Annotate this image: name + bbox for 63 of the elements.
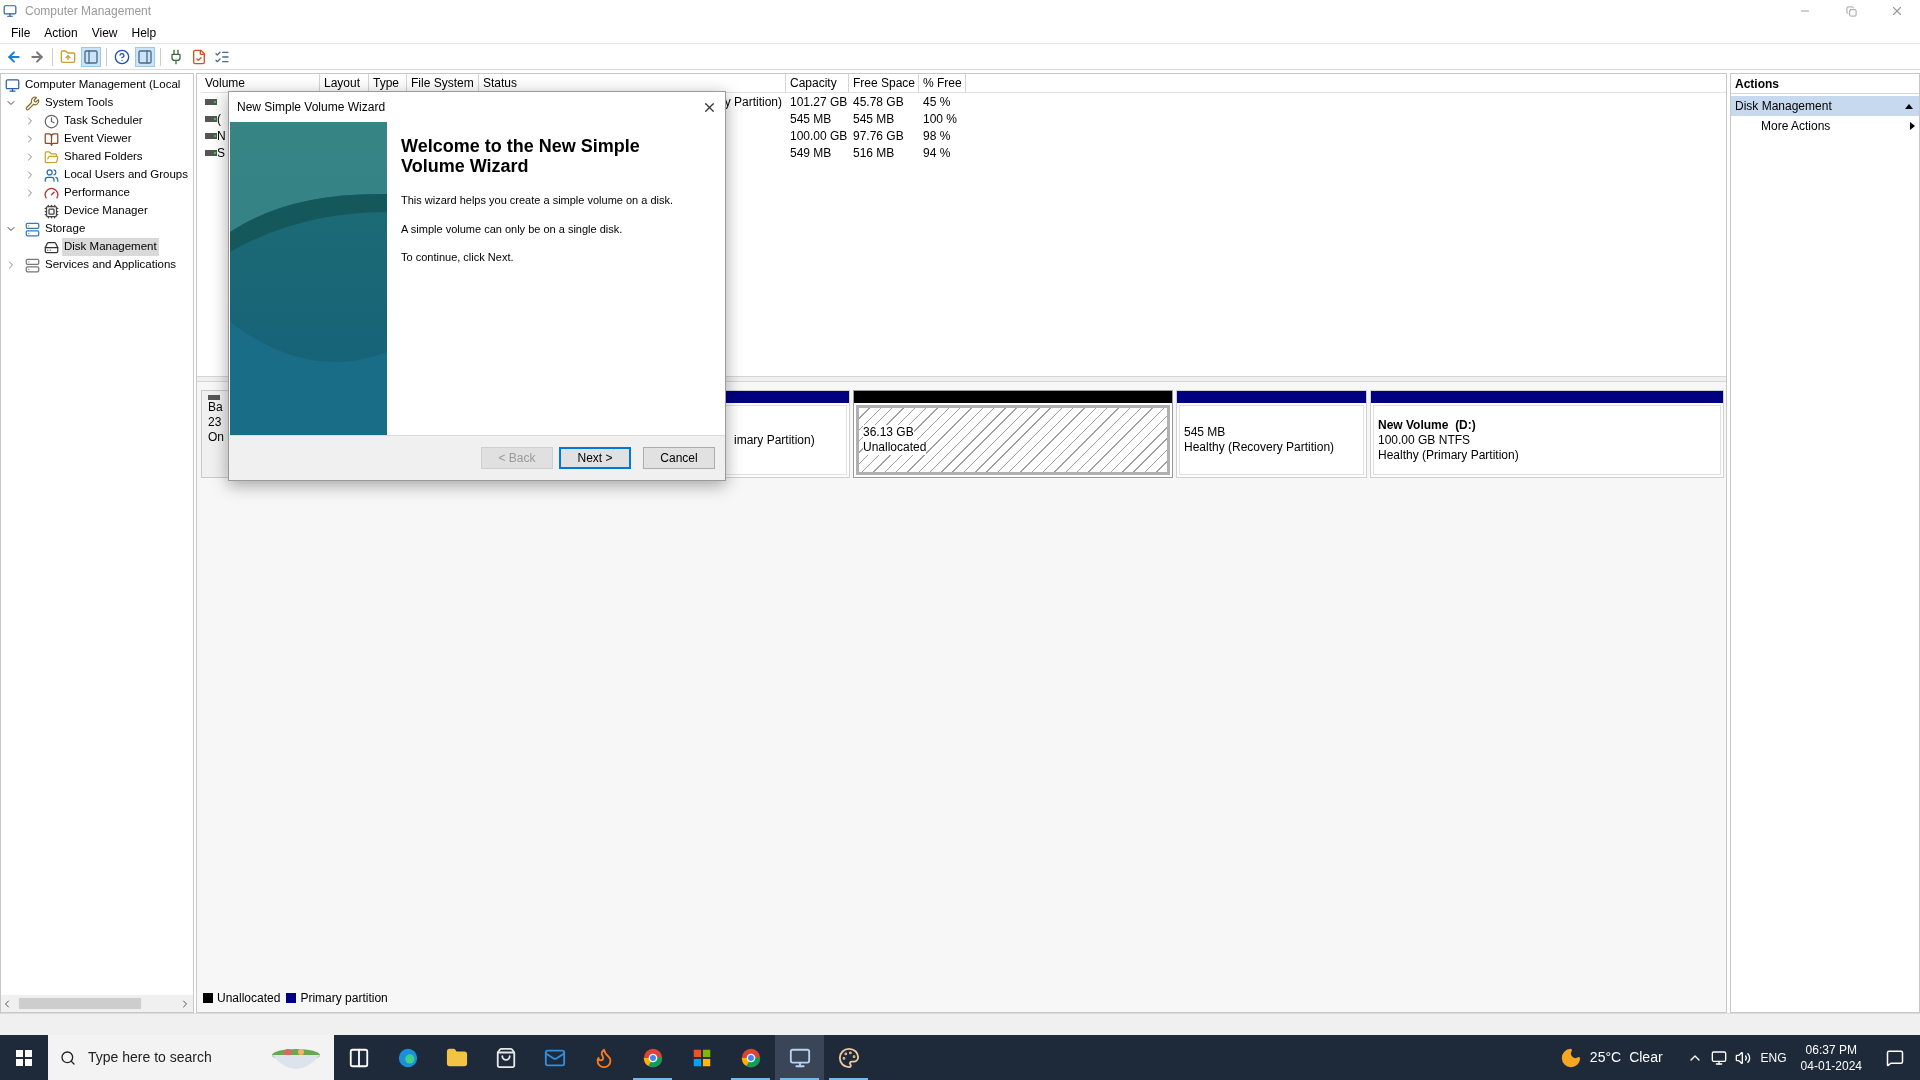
wizard-text: This wizard helps you create a simple volume on a disk. bbox=[401, 193, 675, 208]
clock[interactable]: 06:37 PM 04-01-2024 bbox=[1800, 1041, 1862, 1074]
tree-item[interactable]: Services and Applications bbox=[43, 256, 179, 274]
wizard-heading: Welcome to the New Simple Volume Wizard bbox=[401, 136, 641, 176]
tree-item[interactable]: Local Users and Groups bbox=[62, 166, 190, 184]
table-cell-text: 45 % bbox=[923, 93, 951, 111]
tree-item[interactable]: Performance bbox=[62, 184, 132, 202]
table-cell-text: 101.27 GB bbox=[790, 93, 848, 111]
column-header[interactable]: % Free bbox=[919, 74, 966, 92]
dialog-button[interactable]: Cancel bbox=[643, 447, 715, 469]
table-cell-text: S bbox=[217, 144, 225, 162]
table-cell-text: 45.78 GB bbox=[853, 93, 904, 111]
tree-item[interactable]: Task Scheduler bbox=[62, 112, 145, 130]
dialog-title: New Simple Volume Wizard bbox=[237, 99, 386, 116]
partition-text: 36.13 GB bbox=[863, 425, 914, 440]
legend-label: Unallocated bbox=[217, 990, 281, 1007]
tree-item[interactable]: Storage bbox=[43, 220, 88, 238]
menu-item[interactable]: Action bbox=[37, 23, 85, 42]
wizard-text: To continue, click Next. bbox=[401, 250, 515, 265]
table-cell-text: N bbox=[217, 127, 226, 145]
actions-title: Actions bbox=[1731, 74, 1919, 94]
menu-item[interactable]: View bbox=[84, 23, 125, 42]
tree-item[interactable]: System Tools bbox=[43, 94, 116, 112]
actions-section-header[interactable]: Disk Management bbox=[1731, 96, 1919, 116]
table-cell-text: 100.00 GB bbox=[790, 127, 848, 145]
wizard-text: A simple volume can only be on a single disk. bbox=[401, 221, 624, 237]
unallocated-partition[interactable]: 36.13 GB Unallocated bbox=[853, 390, 1173, 478]
temperature-text: 25°C bbox=[1589, 1048, 1622, 1067]
partition-text: Healthy (Recovery Partition) bbox=[1184, 440, 1335, 455]
column-header[interactable]: Capacity bbox=[786, 74, 849, 92]
disk-label-text: Ba bbox=[208, 400, 224, 415]
tree-item[interactable]: Disk Management bbox=[62, 238, 159, 256]
menu-item[interactable]: Help bbox=[124, 23, 164, 42]
tree-item[interactable]: Computer Management (Local bbox=[23, 76, 183, 94]
partition[interactable]: 545 MB Healthy (Recovery Partition) bbox=[1176, 390, 1367, 478]
partition-text: Healthy (Primary Partition) bbox=[1378, 447, 1519, 463]
menu-item[interactable]: File bbox=[4, 23, 38, 42]
column-header[interactable]: Free Space bbox=[849, 74, 919, 92]
actions-item[interactable]: More Actions bbox=[1731, 116, 1919, 136]
partition-text: imary Partition) bbox=[734, 432, 815, 448]
table-cell-text: 549 MB bbox=[790, 144, 832, 162]
search-field[interactable]: Type here to search bbox=[48, 1035, 334, 1080]
language-indicator[interactable]: ENG bbox=[1760, 1048, 1787, 1067]
dialog-button[interactable]: Next > bbox=[559, 447, 631, 469]
table-cell-text: 98 % bbox=[923, 127, 951, 145]
partition-name: New Volume (D:) bbox=[1378, 417, 1477, 433]
tree-item[interactable]: Device Manager bbox=[62, 202, 150, 220]
table-cell-text: 100 % bbox=[923, 110, 958, 128]
disk-label-text: On bbox=[208, 430, 225, 445]
table-cell-text: 94 % bbox=[923, 144, 951, 162]
table-cell-text: ( bbox=[217, 110, 221, 128]
table-cell-text: 97.76 GB bbox=[853, 127, 904, 145]
tree-item[interactable]: Event Viewer bbox=[62, 130, 134, 148]
disk-label-text: 23 bbox=[208, 415, 223, 430]
table-cell-text: 516 MB bbox=[853, 144, 895, 162]
partition[interactable]: New Volume (D:) 100.00 GB NTFS Healthy (Primary Partition) bbox=[1370, 390, 1724, 478]
tree-item[interactable]: Shared Folders bbox=[62, 148, 145, 166]
partition-text: Unallocated bbox=[863, 440, 927, 455]
legend-label: Primary partition bbox=[300, 990, 388, 1007]
table-cell-text: 545 MB bbox=[853, 110, 895, 128]
window-title: Computer Management bbox=[25, 3, 152, 20]
weather-text: Clear bbox=[1629, 1048, 1663, 1067]
table-cell-text: 545 MB bbox=[790, 110, 832, 128]
